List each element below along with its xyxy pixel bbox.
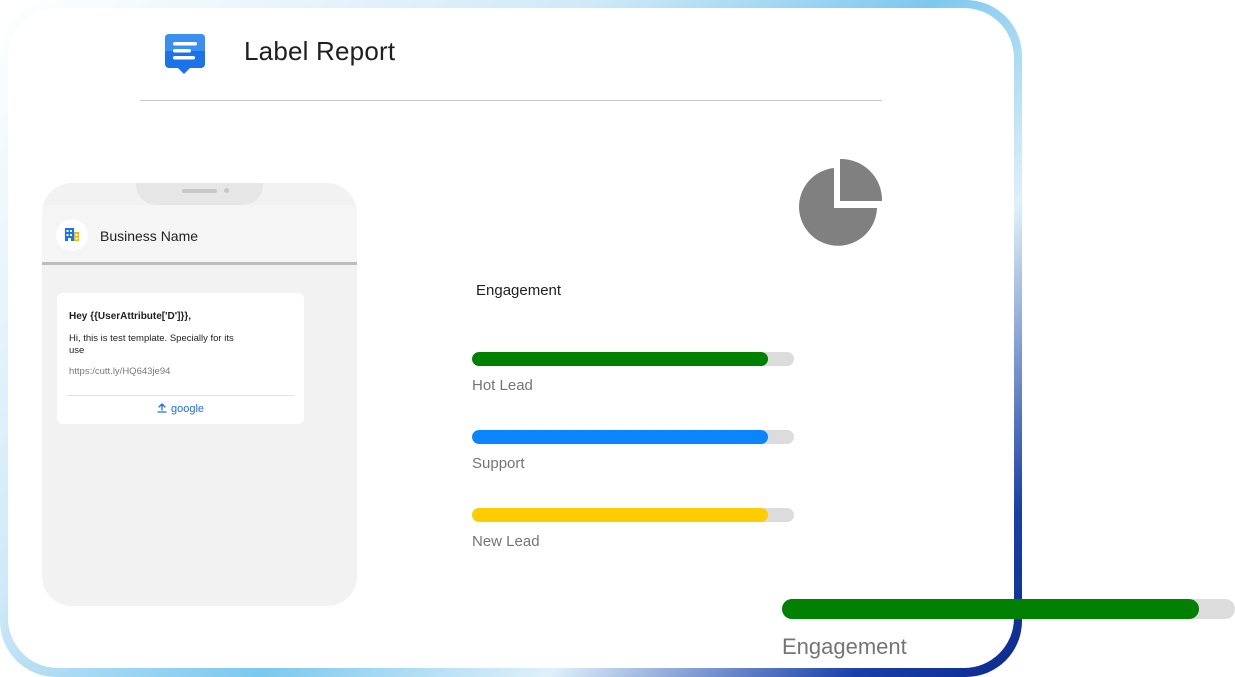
chat-header: Business Name bbox=[42, 205, 357, 265]
support-label: Support bbox=[472, 455, 525, 472]
overlay-progress-fill bbox=[782, 599, 1199, 619]
support-progress-track bbox=[472, 430, 794, 444]
google-action-label: google bbox=[170, 403, 205, 415]
hot-lead-progress-track bbox=[472, 352, 794, 366]
phone-notch bbox=[136, 183, 263, 205]
pie-chart-icon bbox=[799, 158, 883, 246]
new-lead-progress-track bbox=[472, 508, 794, 522]
phone-camera bbox=[224, 188, 229, 193]
new-lead-label: New Lead bbox=[472, 533, 540, 550]
message-link[interactable]: https:/cutt.ly/HQ643je94 bbox=[69, 366, 170, 377]
message-greeting: Hey {{UserAttribute['D']}}, bbox=[69, 311, 192, 322]
page-title: Label Report bbox=[244, 36, 396, 66]
header-divider bbox=[140, 100, 882, 101]
new-lead-progress-fill bbox=[472, 508, 769, 522]
avatar bbox=[56, 219, 88, 251]
phone-preview: Business Name Hey {{UserAttribute['D']}}… bbox=[42, 183, 357, 606]
support-progress-fill bbox=[472, 430, 769, 444]
building-icon bbox=[65, 228, 79, 241]
phone-speaker bbox=[182, 189, 217, 193]
message-card: Hey {{UserAttribute['D']}}, Hi, this is … bbox=[57, 293, 304, 424]
section-title: Engagement bbox=[476, 282, 562, 299]
google-action-button[interactable]: google bbox=[57, 403, 304, 415]
chat-message-icon bbox=[165, 34, 205, 74]
hot-lead-progress-fill bbox=[472, 352, 769, 366]
overlay-progress-label: Engagement bbox=[782, 634, 907, 659]
overlay-progress-track bbox=[782, 599, 1235, 619]
message-divider bbox=[67, 395, 294, 396]
hot-lead-label: Hot Lead bbox=[472, 377, 533, 394]
business-name: Business Name bbox=[100, 228, 199, 244]
upload-icon bbox=[157, 403, 167, 413]
message-body: Hi, this is test template. Specially for… bbox=[69, 333, 234, 356]
